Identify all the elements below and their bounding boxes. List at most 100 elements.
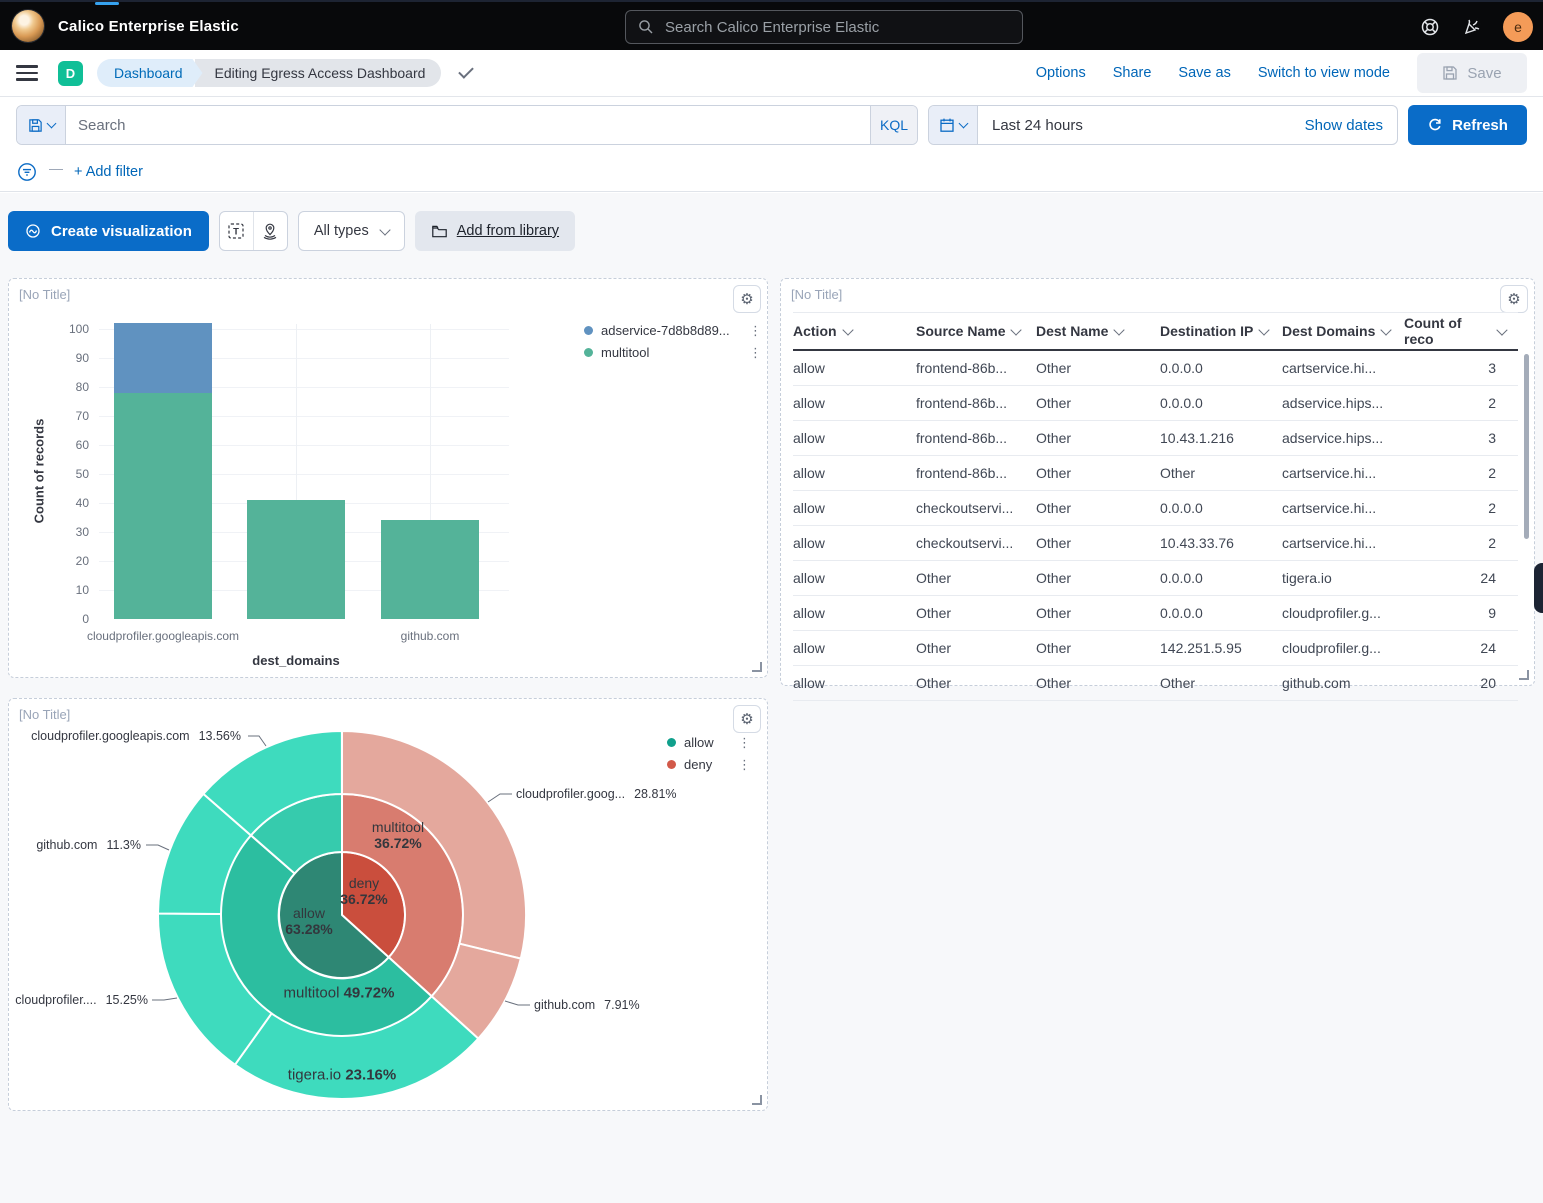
legend-label[interactable]: multitool xyxy=(601,345,741,360)
legend-menu-icon[interactable]: ⋮ xyxy=(738,736,751,749)
gear-icon[interactable]: ⚙ xyxy=(1500,285,1528,313)
column-header[interactable]: Count of reco xyxy=(1404,315,1512,347)
x-axis-title: dest_domains xyxy=(252,653,339,668)
column-header[interactable]: Source Name xyxy=(916,323,1036,339)
table-cell: 0.0.0.0 xyxy=(1160,605,1282,621)
save-button[interactable]: Save xyxy=(1417,53,1527,93)
options-button[interactable]: Options xyxy=(1036,65,1086,81)
pie-legend: allow ⋮ deny ⋮ xyxy=(667,731,751,775)
saved-query-icon xyxy=(28,118,43,133)
legend-menu-icon[interactable]: ⋮ xyxy=(749,324,762,337)
y-tick-label: 40 xyxy=(47,496,89,510)
legend-dot xyxy=(584,326,593,335)
help-icon[interactable] xyxy=(1419,16,1441,38)
table-cell: allow xyxy=(793,465,916,481)
collapsed-flyout-tab[interactable] xyxy=(1534,563,1543,613)
global-search[interactable] xyxy=(625,10,1023,44)
add-filter-button[interactable]: + Add filter xyxy=(74,164,143,180)
y-axis-title: Count of records xyxy=(32,419,47,524)
breadcrumb-dashboard[interactable]: Dashboard xyxy=(97,59,203,87)
create-visualization-button[interactable]: Create visualization xyxy=(8,211,209,251)
global-search-input[interactable] xyxy=(663,18,1010,37)
table-cell: Other xyxy=(1036,675,1160,691)
legend-label[interactable]: deny xyxy=(684,757,730,772)
chevron-down-icon xyxy=(842,324,853,335)
brand: Calico Enterprise Elastic xyxy=(12,10,239,42)
table-cell: cartservice.hi... xyxy=(1282,500,1404,516)
user-avatar[interactable]: e xyxy=(1503,12,1533,42)
table-panel: [No Title] ⚙ ActionSource NameDest NameD… xyxy=(780,278,1535,686)
saved-query-menu-button[interactable] xyxy=(17,106,66,144)
edit-toolbar: Create visualization T xyxy=(8,211,575,251)
chevron-down-icon xyxy=(1381,324,1392,335)
bar-chart-panel: [No Title] ⚙ 0102030405060708090100cloud… xyxy=(8,278,768,678)
filter-icon[interactable] xyxy=(16,161,38,183)
panel-resize-handle[interactable] xyxy=(752,1095,762,1105)
time-range-value[interactable]: Last 24 hours xyxy=(978,117,1305,134)
kql-search-group: KQL xyxy=(16,105,918,145)
y-tick-label: 50 xyxy=(47,467,89,481)
table-cell: 10.43.33.76 xyxy=(1160,535,1282,551)
legend-item: adservice-7d8b8d89... ⋮ xyxy=(584,319,762,341)
refresh-button[interactable]: Refresh xyxy=(1408,105,1527,145)
column-header-label: Dest Name xyxy=(1036,323,1108,339)
kql-language-button[interactable]: KQL xyxy=(870,106,917,144)
save-as-button[interactable]: Save as xyxy=(1178,65,1230,81)
table-row: allowOtherOtherOthergithub.com20 xyxy=(793,666,1518,701)
add-from-library-button[interactable]: Add from library xyxy=(415,211,575,251)
legend-menu-icon[interactable]: ⋮ xyxy=(738,758,751,771)
table-cell: 24 xyxy=(1404,640,1512,656)
table-cell: allow xyxy=(793,570,916,586)
table-cell: 20 xyxy=(1404,675,1512,691)
table-cell: Other xyxy=(1160,675,1282,691)
table-cell: 2 xyxy=(1404,500,1512,516)
breadcrumb-current: Editing Egress Access Dashboard xyxy=(195,59,442,87)
bar-segment[interactable] xyxy=(247,500,345,619)
chevron-down-icon xyxy=(379,224,390,235)
column-header-label: Source Name xyxy=(916,323,1005,339)
column-header[interactable]: Action xyxy=(793,323,916,339)
switch-view-mode-button[interactable]: Switch to view mode xyxy=(1258,65,1390,81)
bar-segment[interactable] xyxy=(381,520,479,619)
panel-resize-handle[interactable] xyxy=(1519,670,1529,680)
save-icon xyxy=(1442,65,1458,81)
kibana-dashboard-page: Calico Enterprise Elastic xyxy=(0,0,1543,1203)
news-party-icon[interactable] xyxy=(1461,16,1483,38)
table-scrollbar[interactable] xyxy=(1524,354,1529,539)
share-button[interactable]: Share xyxy=(1113,65,1152,81)
bar-segment[interactable] xyxy=(114,393,212,619)
table-cell: allow xyxy=(793,640,916,656)
table-cell: checkoutservi... xyxy=(916,535,1036,551)
panel-resize-handle[interactable] xyxy=(752,662,762,672)
legend-label[interactable]: adservice-7d8b8d89... xyxy=(601,323,741,338)
table-cell: 3 xyxy=(1404,430,1512,446)
legend-dot xyxy=(667,738,676,747)
legend-menu-icon[interactable]: ⋮ xyxy=(749,346,762,359)
y-tick-label: 10 xyxy=(47,583,89,597)
table-cell: 0.0.0.0 xyxy=(1160,395,1282,411)
space-badge[interactable]: D xyxy=(58,61,83,86)
column-header[interactable]: Dest Domains xyxy=(1282,323,1404,339)
kql-query-input[interactable] xyxy=(66,106,870,144)
all-types-dropdown[interactable]: All types xyxy=(298,211,405,251)
chevron-down-icon xyxy=(1259,324,1270,335)
table-cell: 2 xyxy=(1404,535,1512,551)
table-cell: allow xyxy=(793,395,916,411)
show-dates-button[interactable]: Show dates xyxy=(1305,117,1397,134)
table-cell: Other xyxy=(1036,640,1160,656)
refresh-icon xyxy=(1427,117,1443,133)
add-map-button[interactable] xyxy=(253,212,287,250)
table-cell: checkoutservi... xyxy=(916,500,1036,516)
table-cell: frontend-86b... xyxy=(916,360,1036,376)
table-header-row: ActionSource Name Dest Name Destination IP… xyxy=(793,312,1518,351)
legend-label[interactable]: allow xyxy=(684,735,730,750)
table-row: allowfrontend-86b...Other10.43.1.216adse… xyxy=(793,421,1518,456)
filter-dash: — xyxy=(49,160,63,176)
add-text-markdown-button[interactable]: T xyxy=(220,212,253,250)
table-cell: adservice.hips... xyxy=(1282,395,1404,411)
column-header[interactable]: Destination IP xyxy=(1160,323,1282,339)
menu-icon[interactable] xyxy=(16,65,38,81)
bar-segment[interactable] xyxy=(114,323,212,393)
calendar-menu-button[interactable] xyxy=(929,106,978,144)
column-header[interactable]: Dest Name xyxy=(1036,323,1160,339)
